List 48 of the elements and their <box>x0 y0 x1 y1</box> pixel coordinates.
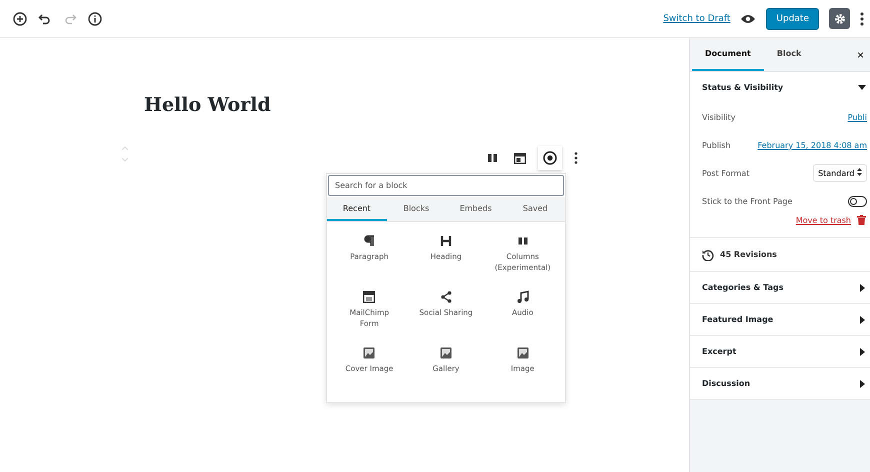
inserter-tab[interactable]: Embeds <box>446 197 506 221</box>
field-value-link[interactable]: Publi <box>848 112 867 122</box>
music-note-icon <box>516 290 530 304</box>
caret-right-icon <box>860 380 866 388</box>
sidebar-tab[interactable]: Block <box>764 38 814 71</box>
heading-icon <box>438 234 453 248</box>
inserter-tab[interactable]: Blocks <box>386 197 446 221</box>
settings-button[interactable] <box>829 8 850 29</box>
undo-icon[interactable] <box>38 12 52 26</box>
layout-icon[interactable] <box>514 152 526 164</box>
caret-down-icon <box>858 84 866 90</box>
more-options-icon[interactable] <box>574 152 578 164</box>
switch-to-draft-link[interactable]: Switch to Draft <box>663 14 730 24</box>
inserter-tab[interactable]: Saved <box>506 197 565 221</box>
preview-eye-icon[interactable] <box>740 14 756 24</box>
history-icon <box>702 248 714 260</box>
add-block-icon[interactable] <box>13 12 27 26</box>
field-value-link[interactable]: February 15, 2018 4:08 am <box>758 140 867 150</box>
share-icon <box>438 290 453 304</box>
paragraph-icon <box>362 234 376 248</box>
info-icon[interactable] <box>88 12 102 26</box>
update-button[interactable]: Update <box>766 8 819 30</box>
inserter-toggle[interactable] <box>538 146 562 170</box>
toggle-switch[interactable] <box>848 196 867 206</box>
select-arrows-icon <box>857 168 862 176</box>
image-icon <box>516 346 530 360</box>
revisions-link[interactable]: 45 Revisions <box>720 250 777 259</box>
block-search-field[interactable]: Search for a block <box>328 175 564 196</box>
caret-right-icon <box>860 316 866 324</box>
inserter-tab[interactable]: Recent <box>327 197 386 221</box>
field-label: Visibility <box>702 112 736 122</box>
image-icon <box>362 346 376 360</box>
field-label: Post Format <box>702 168 750 178</box>
trash-icon[interactable] <box>857 215 866 225</box>
post-title[interactable]: Hello World <box>144 94 271 116</box>
gear-icon <box>834 12 846 24</box>
post-format-select[interactable]: Standard <box>813 164 867 182</box>
move-to-trash-link[interactable]: Move to trash <box>796 216 851 224</box>
caret-right-icon <box>860 348 866 356</box>
columns-icon[interactable] <box>488 154 497 162</box>
close-button[interactable]: × <box>850 38 870 71</box>
target-icon <box>543 151 557 165</box>
field-label: Stick to the Front Page <box>702 196 792 206</box>
more-menu-icon[interactable] <box>860 12 864 26</box>
form-icon <box>362 290 376 304</box>
image-icon <box>438 346 453 360</box>
caret-right-icon <box>860 284 866 292</box>
field-label: Publish <box>702 140 731 150</box>
